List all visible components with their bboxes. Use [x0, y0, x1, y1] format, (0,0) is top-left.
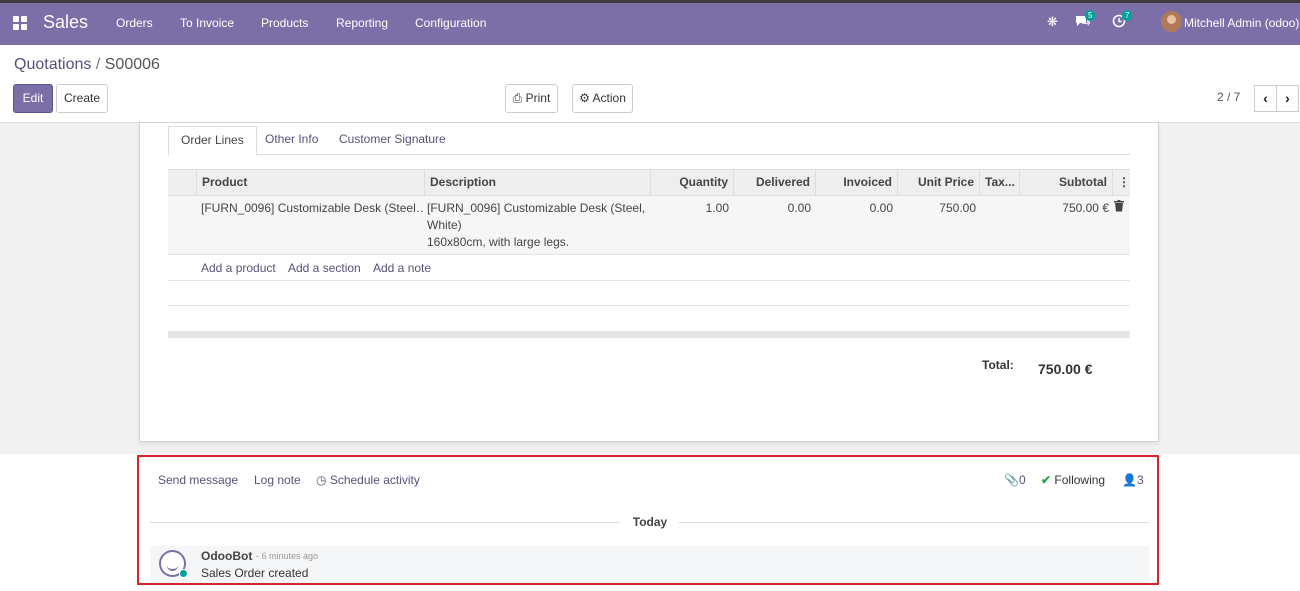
- following-label: Following: [1054, 473, 1106, 487]
- activities-clock-icon[interactable]: 7: [1112, 10, 1133, 31]
- order-lines-header: Product Description Quantity Delivered I…: [168, 169, 1130, 197]
- control-panel: Quotations / S00006 Edit Create ⎙ Print …: [0, 45, 1300, 123]
- column-delivered[interactable]: Delivered: [733, 170, 815, 197]
- description-line: [FURN_0096] Customizable Desk (Steel,: [427, 201, 646, 215]
- column-subtotal[interactable]: Subtotal: [1019, 170, 1112, 197]
- message-time: - 6 minutes ago: [256, 551, 319, 561]
- edit-button[interactable]: Edit: [13, 84, 53, 113]
- create-button[interactable]: Create: [56, 84, 108, 113]
- cell-delivered: 0.00: [787, 201, 811, 215]
- date-separator: Today: [632, 515, 668, 529]
- send-message-button[interactable]: Send message: [158, 473, 238, 487]
- pager-next-button[interactable]: ›: [1276, 85, 1299, 112]
- chatter: Send message Log note ◷ Schedule activit…: [137, 455, 1159, 585]
- tab-customer-signature[interactable]: Customer Signature: [327, 126, 458, 155]
- user-avatar[interactable]: [1161, 11, 1182, 32]
- column-quantity[interactable]: Quantity: [650, 170, 733, 197]
- empty-row: [168, 281, 1130, 306]
- breadcrumb: Quotations / S00006: [14, 56, 160, 74]
- message-body: Sales Order created: [201, 566, 309, 580]
- messages-icon[interactable]: 5: [1075, 10, 1096, 31]
- print-label: Print: [525, 91, 551, 105]
- activities-count-badge: 7: [1122, 10, 1133, 21]
- add-note-link[interactable]: Add a note: [373, 261, 431, 275]
- messages-count-badge: 5: [1085, 10, 1096, 21]
- menu-configuration[interactable]: Configuration: [415, 16, 486, 30]
- message-author: OdooBot: [201, 549, 253, 563]
- attachments-count: 0: [1018, 473, 1026, 487]
- cell-subtotal: 750.00 €: [1062, 201, 1109, 215]
- cell-quantity: 1.00: [705, 201, 729, 215]
- add-section-link[interactable]: Add a section: [288, 261, 361, 275]
- menu-orders[interactable]: Orders: [116, 16, 153, 30]
- breadcrumb-current: S00006: [104, 56, 160, 73]
- chatter-message: OdooBot - 6 minutes ago Sales Order crea…: [150, 546, 1149, 583]
- action-label: Action: [592, 91, 626, 105]
- column-unit-price[interactable]: Unit Price: [897, 170, 979, 197]
- table-footer: [168, 331, 1130, 338]
- followers-count: 3: [1136, 473, 1144, 487]
- schedule-activity-button[interactable]: ◷ Schedule activity: [316, 473, 420, 487]
- column-description[interactable]: Description: [424, 170, 650, 197]
- column-product[interactable]: Product: [196, 170, 424, 197]
- pager-value[interactable]: 2 / 7: [1217, 90, 1240, 104]
- check-icon: ✔: [1041, 473, 1052, 487]
- add-product-link[interactable]: Add a product: [201, 261, 276, 275]
- menu-to-invoice[interactable]: To Invoice: [180, 16, 234, 30]
- schedule-activity-label: Schedule activity: [329, 473, 420, 487]
- trash-icon[interactable]: [1114, 200, 1124, 217]
- attachments-button[interactable]: 📎0: [1004, 473, 1026, 487]
- user-icon: 👤: [1122, 473, 1137, 487]
- pager-previous-button[interactable]: ‹: [1254, 85, 1277, 112]
- column-invoiced[interactable]: Invoiced: [815, 170, 897, 197]
- breadcrumb-separator: /: [95, 56, 101, 73]
- clock-icon: ◷: [316, 473, 327, 487]
- optional-columns-icon[interactable]: ⋮: [1112, 170, 1130, 197]
- top-navbar: Sales Orders To Invoice Products Reporti…: [0, 0, 1300, 45]
- form-sheet: Order Lines Other Info Customer Signatur…: [139, 122, 1159, 442]
- apps-menu-icon[interactable]: [13, 16, 29, 30]
- description-line: White): [427, 218, 462, 232]
- notebook-tabs: Order Lines Other Info Customer Signatur…: [168, 126, 1130, 156]
- print-icon: ⎙: [512, 91, 523, 105]
- total-label: Total:: [982, 358, 1014, 372]
- chevron-right-icon: ›: [1285, 90, 1290, 106]
- date-divider-line: [679, 522, 1149, 523]
- breadcrumb-parent[interactable]: Quotations: [14, 56, 91, 73]
- online-status-icon: [179, 569, 188, 578]
- log-note-button[interactable]: Log note: [254, 473, 301, 487]
- add-line-row: Add a product Add a section Add a note: [168, 255, 1130, 281]
- paperclip-icon: 📎: [1004, 473, 1019, 487]
- menu-products[interactable]: Products: [261, 16, 308, 30]
- app-name[interactable]: Sales: [43, 12, 88, 33]
- date-divider-line: [150, 522, 620, 523]
- column-taxes[interactable]: Tax...: [979, 170, 1019, 197]
- table-row[interactable]: [FURN_0096] Customizable Desk (Steel… [F…: [168, 196, 1130, 255]
- menu-reporting[interactable]: Reporting: [336, 16, 388, 30]
- gear-icon: ⚙: [579, 91, 590, 105]
- following-button[interactable]: ✔ Following: [1041, 473, 1105, 487]
- chevron-left-icon: ‹: [1263, 90, 1268, 106]
- debug-bug-icon[interactable]: ❋: [1047, 14, 1058, 30]
- cell-invoiced: 0.00: [869, 201, 893, 215]
- followers-button[interactable]: 👤3: [1122, 473, 1144, 487]
- tab-other-info[interactable]: Other Info: [253, 126, 330, 155]
- tab-order-lines[interactable]: Order Lines: [168, 126, 257, 156]
- total-value: 750.00 €: [1038, 361, 1093, 377]
- description-line: 160x80cm, with large legs.: [427, 235, 570, 249]
- cell-product: [FURN_0096] Customizable Desk (Steel…: [201, 201, 423, 215]
- print-button[interactable]: ⎙ Print: [505, 84, 558, 113]
- action-button[interactable]: ⚙ Action: [572, 84, 633, 113]
- user-name[interactable]: Mitchell Admin (odoo): [1184, 16, 1299, 30]
- cell-unit-price: 750.00: [939, 201, 976, 215]
- cell-description: [FURN_0096] Customizable Desk (Steel, Wh…: [427, 200, 647, 251]
